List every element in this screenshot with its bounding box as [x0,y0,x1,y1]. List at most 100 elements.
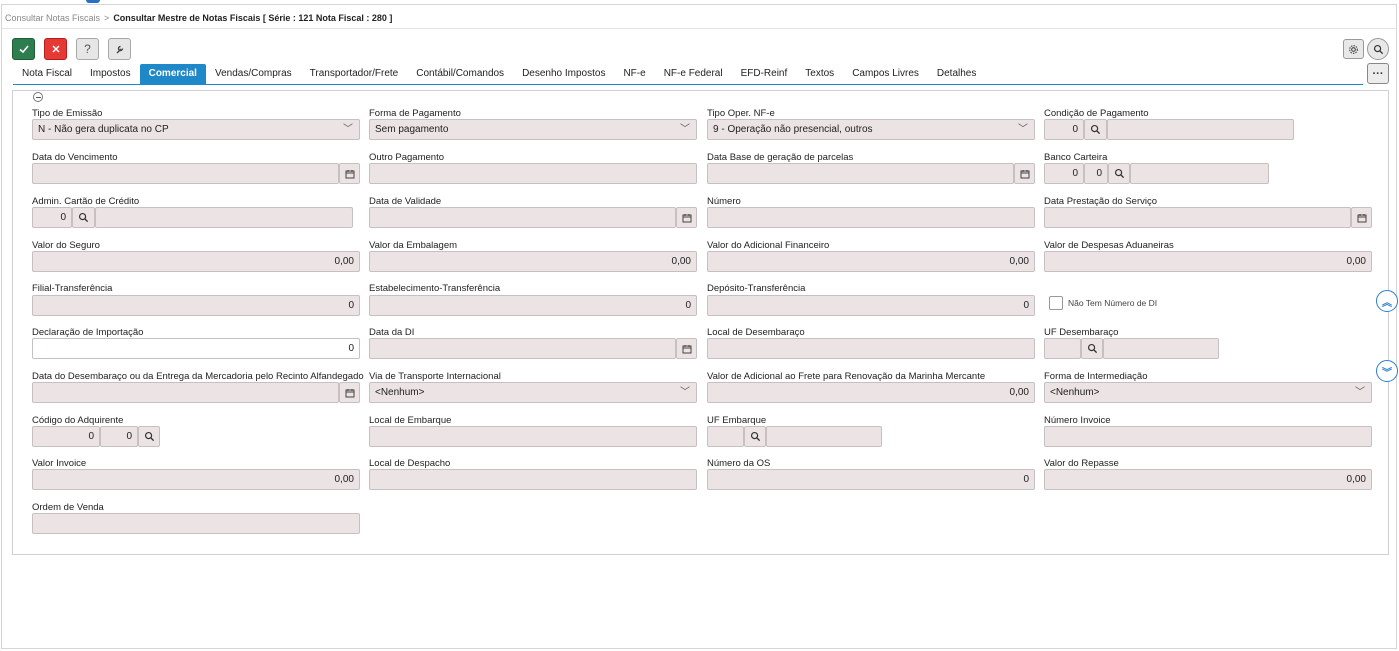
codigo-adquirente-code1[interactable]: 0 [32,426,100,447]
data-base-parcelas-calendar-button[interactable] [1014,163,1035,184]
banco-carteira-desc[interactable] [1130,163,1269,184]
via-transporte-select[interactable]: <Nenhum> ﹀ [369,382,697,403]
data-prestacao-input[interactable] [1044,207,1351,228]
estabelecimento-transferencia-input[interactable]: 0 [369,295,697,316]
data-validade-input[interactable] [369,207,676,228]
outro-pagamento-input[interactable] [369,163,697,184]
uf-embarque-desc[interactable] [766,426,882,447]
valor-seguro-input[interactable]: 0,00 [32,251,360,272]
data-desembaraco-calendar-button[interactable] [339,382,360,403]
breadcrumb-current: Consultar Mestre de Notas Fiscais [ Séri… [113,13,393,23]
admin-cartao-code[interactable]: 0 [32,207,72,228]
tipo-oper-nfe-select[interactable]: 9 - Operação não presencial, outros ﹀ [707,119,1035,140]
valor-adicional-frete-label: Valor de Adicional ao Frete para Renovaç… [707,371,986,382]
filial-transferencia-input[interactable]: 0 [32,295,360,316]
data-vencimento-calendar-button[interactable] [339,163,360,184]
data-prestacao-calendar-button[interactable] [1351,207,1372,228]
data-base-parcelas-input[interactable] [707,163,1014,184]
tab-desenho-impostos[interactable]: Desenho Impostos [513,64,614,84]
tabs-underline [13,84,1363,85]
admin-cartao-search-button[interactable] [72,207,95,228]
header-divider [1,28,1397,29]
scroll-down-button[interactable]: ︾ [1376,360,1398,382]
banco-carteira-label: Banco Carteira [1044,152,1108,163]
settings-button[interactable] [1343,39,1364,59]
chevron-down-icon: ﹀ [680,124,690,135]
banco-carteira-code2[interactable]: 0 [1084,163,1108,184]
chevron-down-icon: ﹀ [1355,387,1365,398]
tipo-emissao-select[interactable]: N - Não gera duplicata no CP ﹀ [32,119,360,140]
more-options-button[interactable]: ··· [1367,63,1389,84]
condicao-pagamento-search-button[interactable] [1084,119,1107,140]
valor-invoice-input[interactable]: 0,00 [32,469,360,490]
scroll-up-button[interactable]: ︽ [1376,290,1398,312]
codigo-adquirente-code2[interactable]: 0 [100,426,138,447]
search-icon [1114,168,1124,179]
tab-detalhes[interactable]: Detalhes [928,64,985,84]
valor-embalagem-input[interactable]: 0,00 [369,251,697,272]
help-icon: ? [84,42,91,56]
data-vencimento-input[interactable] [32,163,339,184]
uf-desembaraco-search-button[interactable] [1081,338,1103,359]
banco-carteira-search-button[interactable] [1108,163,1130,184]
uf-desembaraco-code[interactable] [1044,338,1081,359]
numero-os-input[interactable]: 0 [707,469,1035,490]
forma-intermediacao-select[interactable]: <Nenhum> ﹀ [1044,382,1372,403]
deposito-transferencia-input[interactable]: 0 [707,295,1035,316]
ordem-venda-input[interactable] [32,513,360,534]
numero-input[interactable] [707,207,1035,228]
uf-embarque-code[interactable] [707,426,744,447]
condicao-pagamento-label: Condição de Pagamento [1044,108,1149,119]
check-icon [18,45,29,54]
valor-despesas-aduaneiras-input[interactable]: 0,00 [1044,251,1372,272]
breadcrumb-parent[interactable]: Consultar Notas Fiscais [5,13,100,23]
tab-campos-livres[interactable]: Campos Livres [843,64,928,84]
numero-label: Número [707,196,741,207]
local-embarque-input[interactable] [369,426,697,447]
data-desembaraco-input[interactable] [32,382,339,403]
valor-repasse-input[interactable]: 0,00 [1044,469,1372,490]
local-despacho-input[interactable] [369,469,697,490]
confirm-button[interactable] [12,38,35,60]
search-icon [1373,44,1383,54]
tab-impostos[interactable]: Impostos [81,64,140,84]
tab-nfe-federal[interactable]: NF-e Federal [655,64,732,84]
tab-contabil-comandos[interactable]: Contábil/Comandos [407,64,513,84]
breadcrumb: Consultar Notas Fiscais > Consultar Mestre… [5,13,392,23]
help-button[interactable]: ? [76,38,99,60]
uf-desembaraco-desc[interactable] [1103,338,1219,359]
data-di-input[interactable] [369,338,676,359]
tab-comercial[interactable]: Comercial [139,64,206,84]
tab-textos[interactable]: Textos [796,64,843,84]
data-di-calendar-button[interactable] [676,338,697,359]
codigo-adquirente-label: Código do Adquirente [32,415,124,426]
search-button[interactable] [1367,38,1389,60]
codigo-adquirente-search-button[interactable] [138,426,160,447]
data-validade-calendar-button[interactable] [676,207,697,228]
condicao-pagamento-desc[interactable] [1107,119,1294,140]
tab-vendas-compras[interactable]: Vendas/Compras [206,64,301,84]
breadcrumb-separator: > [104,13,110,23]
forma-pagamento-select[interactable]: Sem pagamento ﹀ [369,119,697,140]
admin-cartao-desc[interactable] [95,207,353,228]
data-di-label: Data da DI [369,327,415,338]
data-desembaraco-label: Data do Desembaraço ou da Entrega da Mer… [32,371,364,382]
tab-efd-reinf[interactable]: EFD-Reinf [732,64,797,84]
valor-adicional-financeiro-input[interactable]: 0,00 [707,251,1035,272]
banco-carteira-code1[interactable]: 0 [1044,163,1084,184]
search-icon [144,431,154,442]
local-desembaraco-input[interactable] [707,338,1035,359]
tab-transportador-frete[interactable]: Transportador/Frete [301,64,408,84]
nao-tem-numero-di-checkbox[interactable] [1049,296,1063,310]
numero-invoice-input[interactable] [1044,426,1372,447]
declaracao-importacao-input[interactable]: 0 [32,338,360,359]
tools-button[interactable] [108,38,131,60]
uf-embarque-search-button[interactable] [744,426,766,447]
collapse-section-icon[interactable] [33,92,43,102]
tab-nfe[interactable]: NF-e [614,64,654,84]
valor-adicional-frete-input[interactable]: 0,00 [707,382,1035,403]
condicao-pagamento-code[interactable]: 0 [1044,119,1084,140]
tab-nota-fiscal[interactable]: Nota Fiscal [13,64,81,84]
cancel-button[interactable] [44,38,67,60]
chevrons-down-icon: ︾ [1382,367,1392,379]
